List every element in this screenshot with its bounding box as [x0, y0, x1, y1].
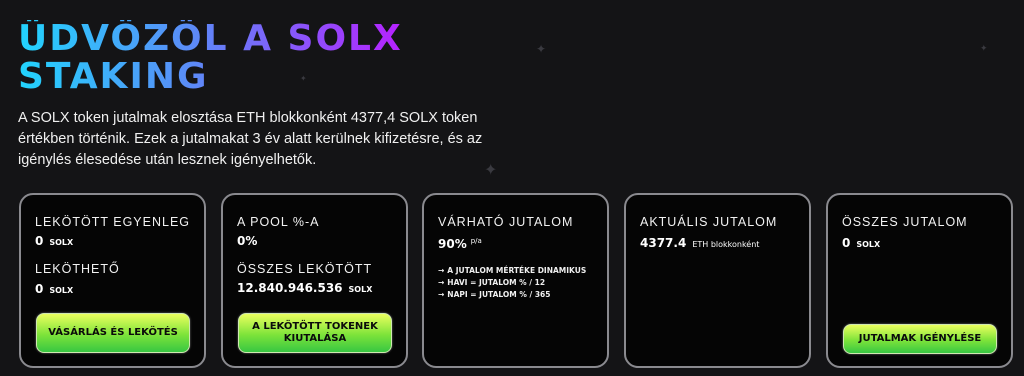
total-staked-value: 12.840.946.536 SOLX	[237, 281, 372, 295]
expected-reward-label: VÁRHATÓ JUTALOM	[438, 215, 574, 229]
list-item: → HAVI = JUTALOM % / 12	[438, 277, 586, 289]
expected-reward-value: 90% p/a	[438, 237, 482, 251]
staked-balance-amount: 0	[35, 234, 44, 248]
pool-share-value: 0%	[237, 234, 258, 248]
total-reward-amount: 0	[842, 236, 851, 250]
stakeable-unit: SOLX	[49, 286, 74, 295]
reward-notes-list: → A JUTALOM MÉRTÉKE DINAMIKUS → HAVI = JUT…	[438, 265, 586, 301]
total-staked-label: ÖSSZES LEKÖTÖTT	[237, 262, 373, 276]
arrow-right-icon: →	[438, 266, 445, 275]
expected-reward-percent: 90%	[438, 237, 467, 251]
sparkle-star-icon: ✦	[980, 44, 988, 54]
current-reward-unit: ETH blokkonként	[692, 240, 760, 249]
withdraw-staked-tokens-button[interactable]: A LEKÖTÖTT TOKENEK KIUTALÁSA	[238, 313, 392, 353]
current-reward-amount: 4377.4	[640, 236, 687, 250]
stakeable-label: LEKÖTHETŐ	[35, 262, 120, 276]
balance-card: LEKÖTÖTT EGYENLEG 0 SOLX LEKÖTHETŐ 0 SOLX …	[19, 193, 206, 368]
note-text: HAVI = JUTALOM % / 12	[447, 278, 546, 287]
total-staked-unit: SOLX	[348, 285, 373, 294]
total-reward-label: ÖSSZES JUTALOM	[842, 215, 968, 229]
list-item: → NAPI = JUTALOM % / 365	[438, 289, 586, 301]
list-item: → A JUTALOM MÉRTÉKE DINAMIKUS	[438, 265, 586, 277]
staked-balance-value: 0 SOLX	[35, 234, 73, 248]
pool-share-label: A POOL %-A	[237, 215, 320, 229]
arrow-right-icon: →	[438, 290, 445, 299]
pool-card: A POOL %-A 0% ÖSSZES LEKÖTÖTT 12.840.946…	[221, 193, 408, 368]
sparkle-star-icon: ✦	[536, 42, 547, 56]
buy-and-stake-button[interactable]: VÁSÁRLÁS ÉS LEKÖTÉS	[36, 313, 190, 353]
title-line-1: ÜDVÖZÖL A SOLX	[18, 18, 403, 59]
stakeable-amount: 0	[35, 282, 44, 296]
total-staked-amount: 12.840.946.536	[237, 281, 343, 295]
total-reward-card: ÖSSZES JUTALOM 0 SOLX JUTALMAK IGÉNYLÉSE	[826, 193, 1013, 368]
current-reward-label: AKTUÁLIS JUTALOM	[640, 215, 778, 229]
page-title: ÜDVÖZÖL A SOLX STAKING	[18, 20, 403, 96]
staked-balance-label: LEKÖTÖTT EGYENLEG	[35, 215, 191, 229]
arrow-right-icon: →	[438, 278, 445, 287]
staked-balance-unit: SOLX	[49, 238, 74, 247]
expected-reward-card: VÁRHATÓ JUTALOM 90% p/a → A JUTALOM MÉRTÉK…	[422, 193, 609, 368]
claim-rewards-button[interactable]: JUTALMAK IGÉNYLÉSE	[843, 324, 997, 354]
current-reward-value: 4377.4 ETH blokkonként	[640, 236, 759, 250]
title-line-2: STAKING	[18, 56, 209, 97]
note-text: A JUTALOM MÉRTÉKE DINAMIKUS	[447, 266, 587, 275]
stakeable-value: 0 SOLX	[35, 282, 73, 296]
expected-reward-period: p/a	[470, 237, 482, 245]
note-text: NAPI = JUTALOM % / 365	[447, 290, 551, 299]
total-reward-unit: SOLX	[856, 240, 881, 249]
total-reward-value: 0 SOLX	[842, 236, 880, 250]
current-reward-card: AKTUÁLIS JUTALOM 4377.4 ETH blokkonként	[624, 193, 811, 368]
intro-text: A SOLX token jutalmak elosztása ETH blok…	[18, 110, 483, 168]
